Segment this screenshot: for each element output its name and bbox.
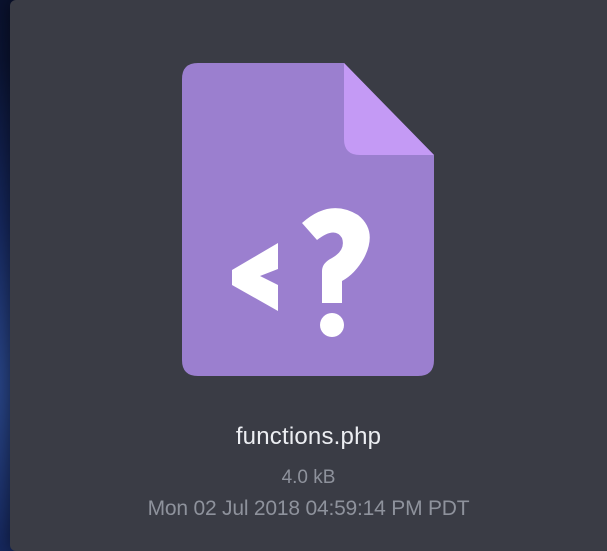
file-size: 4.0 kB — [281, 467, 336, 488]
php-file-icon — [182, 63, 434, 376]
file-preview-panel: functions.php 4.0 kB Mon 02 Jul 2018 04:… — [10, 0, 607, 551]
file-name: functions.php — [235, 423, 382, 450]
file-modified-date: Mon 02 Jul 2018 04:59:14 PM PDT — [147, 497, 470, 520]
